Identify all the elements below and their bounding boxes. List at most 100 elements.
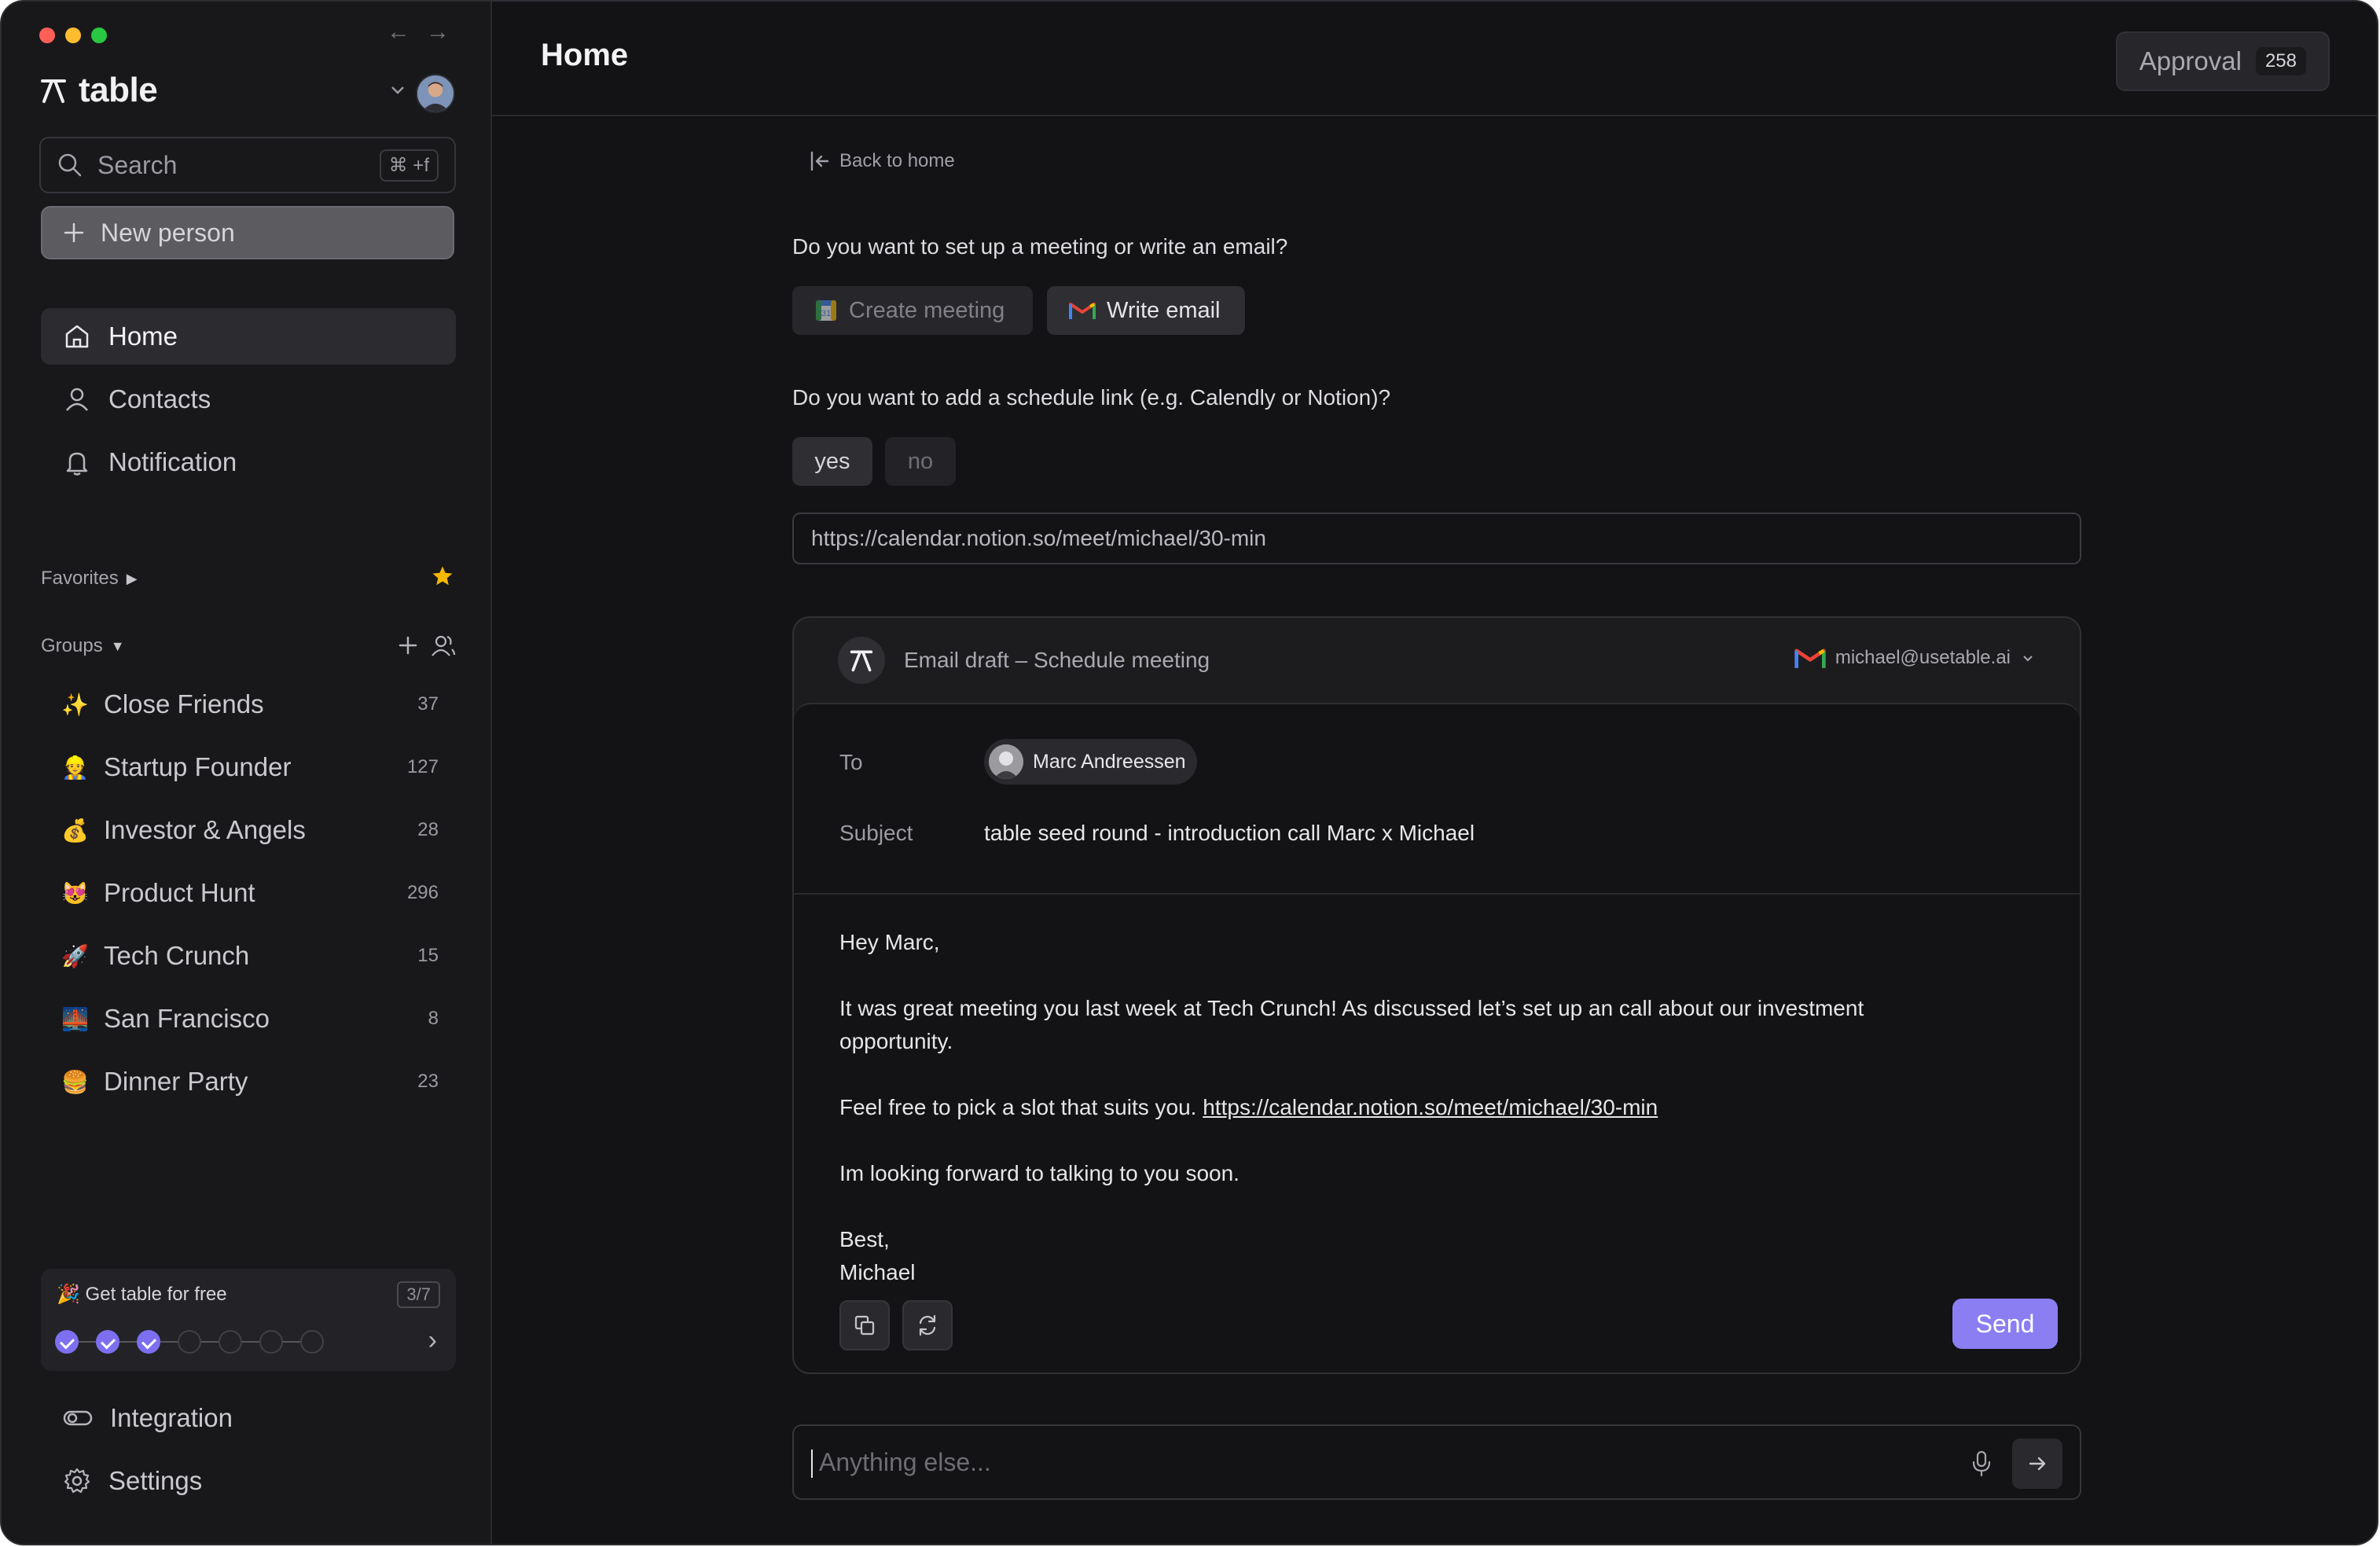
search-shortcut: ⌘ +f — [379, 149, 439, 182]
group-members-icon[interactable] — [431, 634, 456, 657]
create-meeting-label: Create meeting — [849, 297, 1005, 323]
to-label: To — [839, 750, 863, 774]
divider — [794, 893, 2080, 895]
recipient-chip[interactable]: Marc Andreessen — [984, 739, 1197, 785]
email-paragraph-1[interactable]: It was great meeting you last week at Te… — [839, 992, 1979, 1058]
group-item-dinner-party[interactable]: 🍔 Dinner Party 23 — [61, 1058, 439, 1105]
promo-title: 🎉 Get table for free — [57, 1284, 227, 1305]
email-signature[interactable]: Michael — [839, 1256, 1979, 1289]
group-count: 8 — [428, 1008, 439, 1029]
group-label: San Francisco — [104, 1004, 270, 1033]
chevron-down-icon — [2023, 656, 2033, 662]
groups-label: Groups — [41, 635, 103, 656]
back-to-home-link[interactable]: Back to home — [808, 149, 955, 173]
copy-button[interactable] — [839, 1300, 890, 1350]
group-item-san-francisco[interactable]: 🌉 San Francisco 8 — [61, 995, 439, 1042]
nav-item-label: Notification — [108, 447, 237, 476]
group-emoji: 🚀 — [61, 943, 89, 968]
step-complete-icon — [55, 1330, 79, 1354]
group-emoji: 💰 — [61, 818, 89, 843]
paragraph-2-text: Feel free to pick a slot that suits you. — [839, 1095, 1197, 1119]
group-label: Close Friends — [104, 689, 264, 718]
group-label: Tech Crunch — [104, 941, 250, 970]
search-box[interactable]: Search ⌘ +f — [39, 137, 456, 193]
email-greeting[interactable]: Hey Marc, — [839, 926, 1979, 959]
group-label: Product Hunt — [104, 878, 255, 907]
user-avatar[interactable] — [416, 74, 455, 113]
group-item-startup-founder[interactable]: 👷 Startup Founder 127 — [61, 744, 439, 791]
sender-account-select[interactable]: michael@usetable.ai — [1794, 646, 2036, 670]
group-label: Dinner Party — [104, 1067, 248, 1096]
back-label: Back to home — [839, 150, 955, 171]
zoom-window-button[interactable] — [91, 28, 107, 43]
group-count: 37 — [417, 693, 439, 715]
add-group-icon[interactable] — [398, 635, 418, 656]
app-window: ← → table Search ⌘ +f New person Home Co… — [0, 0, 2378, 1545]
groups-header[interactable]: Groups ▼ — [41, 635, 125, 657]
nav-item-label: Integration — [110, 1403, 233, 1432]
email-draft-card: Email draft – Schedule meeting michael@u… — [792, 616, 2081, 1374]
arrow-right-icon — [2029, 1457, 2046, 1471]
favorites-header[interactable]: Favorites ▶ — [41, 568, 138, 590]
nav-item-contacts[interactable]: Contacts — [41, 371, 456, 428]
text-caret — [811, 1450, 813, 1478]
email-paragraph-3[interactable]: Im looking forward to talking to you soo… — [839, 1157, 1979, 1190]
close-window-button[interactable] — [39, 28, 55, 43]
regenerate-button[interactable] — [902, 1300, 953, 1350]
nav-item-notification[interactable]: Notification — [41, 434, 456, 491]
question-schedule-link: Do you want to add a schedule link (e.g.… — [792, 385, 1391, 410]
group-count: 15 — [417, 945, 439, 966]
group-item-tech-crunch[interactable]: 🚀 Tech Crunch 15 — [61, 932, 439, 979]
group-emoji: ✨ — [61, 692, 89, 717]
email-signoff[interactable]: Best, — [839, 1223, 1979, 1256]
approval-count-badge: 258 — [2255, 47, 2306, 75]
workspace-brand[interactable]: table — [39, 71, 158, 110]
group-count: 296 — [406, 882, 439, 903]
step-connector — [242, 1341, 259, 1343]
subject-value[interactable]: table seed round - introduction call Mar… — [984, 821, 1475, 846]
chevron-right-icon[interactable]: › — [428, 1325, 437, 1356]
ask-input[interactable]: Anything else... — [792, 1424, 2081, 1500]
group-count: 127 — [406, 756, 439, 777]
ask-placeholder: Anything else... — [819, 1448, 991, 1476]
send-button[interactable]: Send — [1952, 1299, 2058, 1349]
nav-item-settings[interactable]: Settings — [41, 1453, 456, 1509]
user-icon — [66, 388, 88, 411]
back-arrow-icon[interactable]: ← — [387, 19, 410, 46]
yes-button[interactable]: yes — [792, 437, 872, 486]
bell-icon — [66, 452, 88, 476]
schedule-link-input[interactable]: https://calendar.notion.so/meet/michael/… — [792, 513, 2081, 564]
approval-label: Approval — [2139, 46, 2242, 75]
new-person-button[interactable]: New person — [41, 206, 454, 259]
no-button[interactable]: no — [885, 437, 956, 486]
step-pending-icon — [259, 1330, 283, 1354]
create-meeting-button[interactable]: 31 Create meeting — [792, 286, 1033, 335]
chevron-down-icon[interactable] — [388, 80, 407, 99]
step-connector — [160, 1341, 178, 1343]
group-item-investor-angels[interactable]: 💰 Investor & Angels 28 — [61, 807, 439, 854]
group-item-close-friends[interactable]: ✨ Close Friends 37 — [61, 681, 439, 728]
forward-arrow-icon[interactable]: → — [426, 19, 450, 46]
nav-item-home[interactable]: Home — [41, 308, 456, 365]
yes-label: yes — [814, 448, 850, 474]
sidebar: ← → table Search ⌘ +f New person Home Co… — [2, 2, 492, 1544]
group-emoji: 👷 — [61, 755, 89, 780]
step-complete-icon — [96, 1330, 119, 1354]
home-icon — [65, 325, 89, 348]
approval-button[interactable]: Approval 258 — [2115, 31, 2330, 91]
window-controls — [39, 28, 107, 43]
star-icon[interactable] — [431, 564, 454, 588]
nav-item-integration[interactable]: Integration — [41, 1390, 456, 1446]
back-arrow-bar-icon — [810, 151, 829, 171]
microphone-icon[interactable] — [1970, 1450, 1993, 1478]
search-icon — [58, 153, 82, 177]
group-item-product-hunt[interactable]: 😻 Product Hunt 296 — [61, 869, 439, 917]
submit-button[interactable] — [2012, 1439, 2062, 1489]
schedule-link[interactable]: https://calendar.notion.so/meet/michael/… — [1203, 1095, 1658, 1119]
minimize-window-button[interactable] — [65, 28, 81, 43]
onboarding-promo[interactable]: 🎉 Get table for free 3/7 › — [41, 1269, 456, 1371]
write-email-button[interactable]: Write email — [1047, 286, 1245, 335]
email-draft-title: Email draft – Schedule meeting — [904, 648, 1210, 672]
plus-icon — [64, 222, 84, 243]
email-paragraph-2[interactable]: Feel free to pick a slot that suits you.… — [839, 1091, 1979, 1124]
